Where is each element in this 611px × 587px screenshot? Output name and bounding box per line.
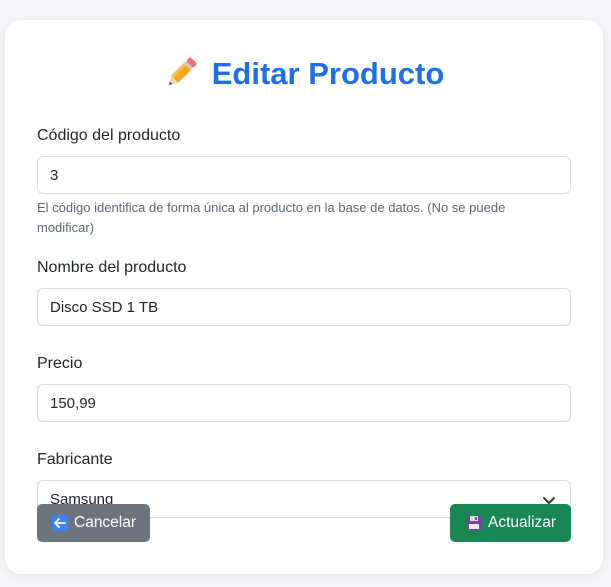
nombre-value: Disco SSD 1 TB xyxy=(50,298,159,316)
fabricante-label: Fabricante xyxy=(37,451,113,468)
precio-value: 150,99 xyxy=(50,394,96,412)
nombre-field[interactable]: Disco SSD 1 TB xyxy=(37,288,571,326)
update-button-label: Actualizar xyxy=(488,514,557,531)
floppy-disk-icon xyxy=(467,516,481,530)
nombre-label: Nombre del producto xyxy=(37,259,187,276)
codigo-field[interactable]: 3 xyxy=(37,156,571,194)
precio-field[interactable]: 150,99 xyxy=(37,384,571,422)
precio-group: Precio 150,99 xyxy=(37,354,571,422)
nombre-group: Nombre del producto Disco SSD 1 TB xyxy=(37,258,571,326)
codigo-label: Código del producto xyxy=(37,127,181,144)
left-arrow-icon xyxy=(52,515,68,531)
title-row: Editar Producto xyxy=(37,20,571,126)
codigo-help-text: El código identifica de forma única al p… xyxy=(37,200,506,235)
page-title: Editar Producto xyxy=(211,55,445,91)
form-actions: Cancelar Actualizar xyxy=(37,504,571,542)
edit-product-card: Editar Producto Código del producto 3 El… xyxy=(5,20,603,574)
codigo-value: 3 xyxy=(50,166,59,184)
update-button[interactable]: Actualizar xyxy=(450,504,571,542)
cancel-button[interactable]: Cancelar xyxy=(37,504,150,542)
cancel-button-label: Cancelar xyxy=(74,514,137,531)
codigo-group: Código del producto 3 El código identifi… xyxy=(37,126,571,238)
precio-label: Precio xyxy=(37,355,83,372)
pencil-icon xyxy=(168,57,197,86)
